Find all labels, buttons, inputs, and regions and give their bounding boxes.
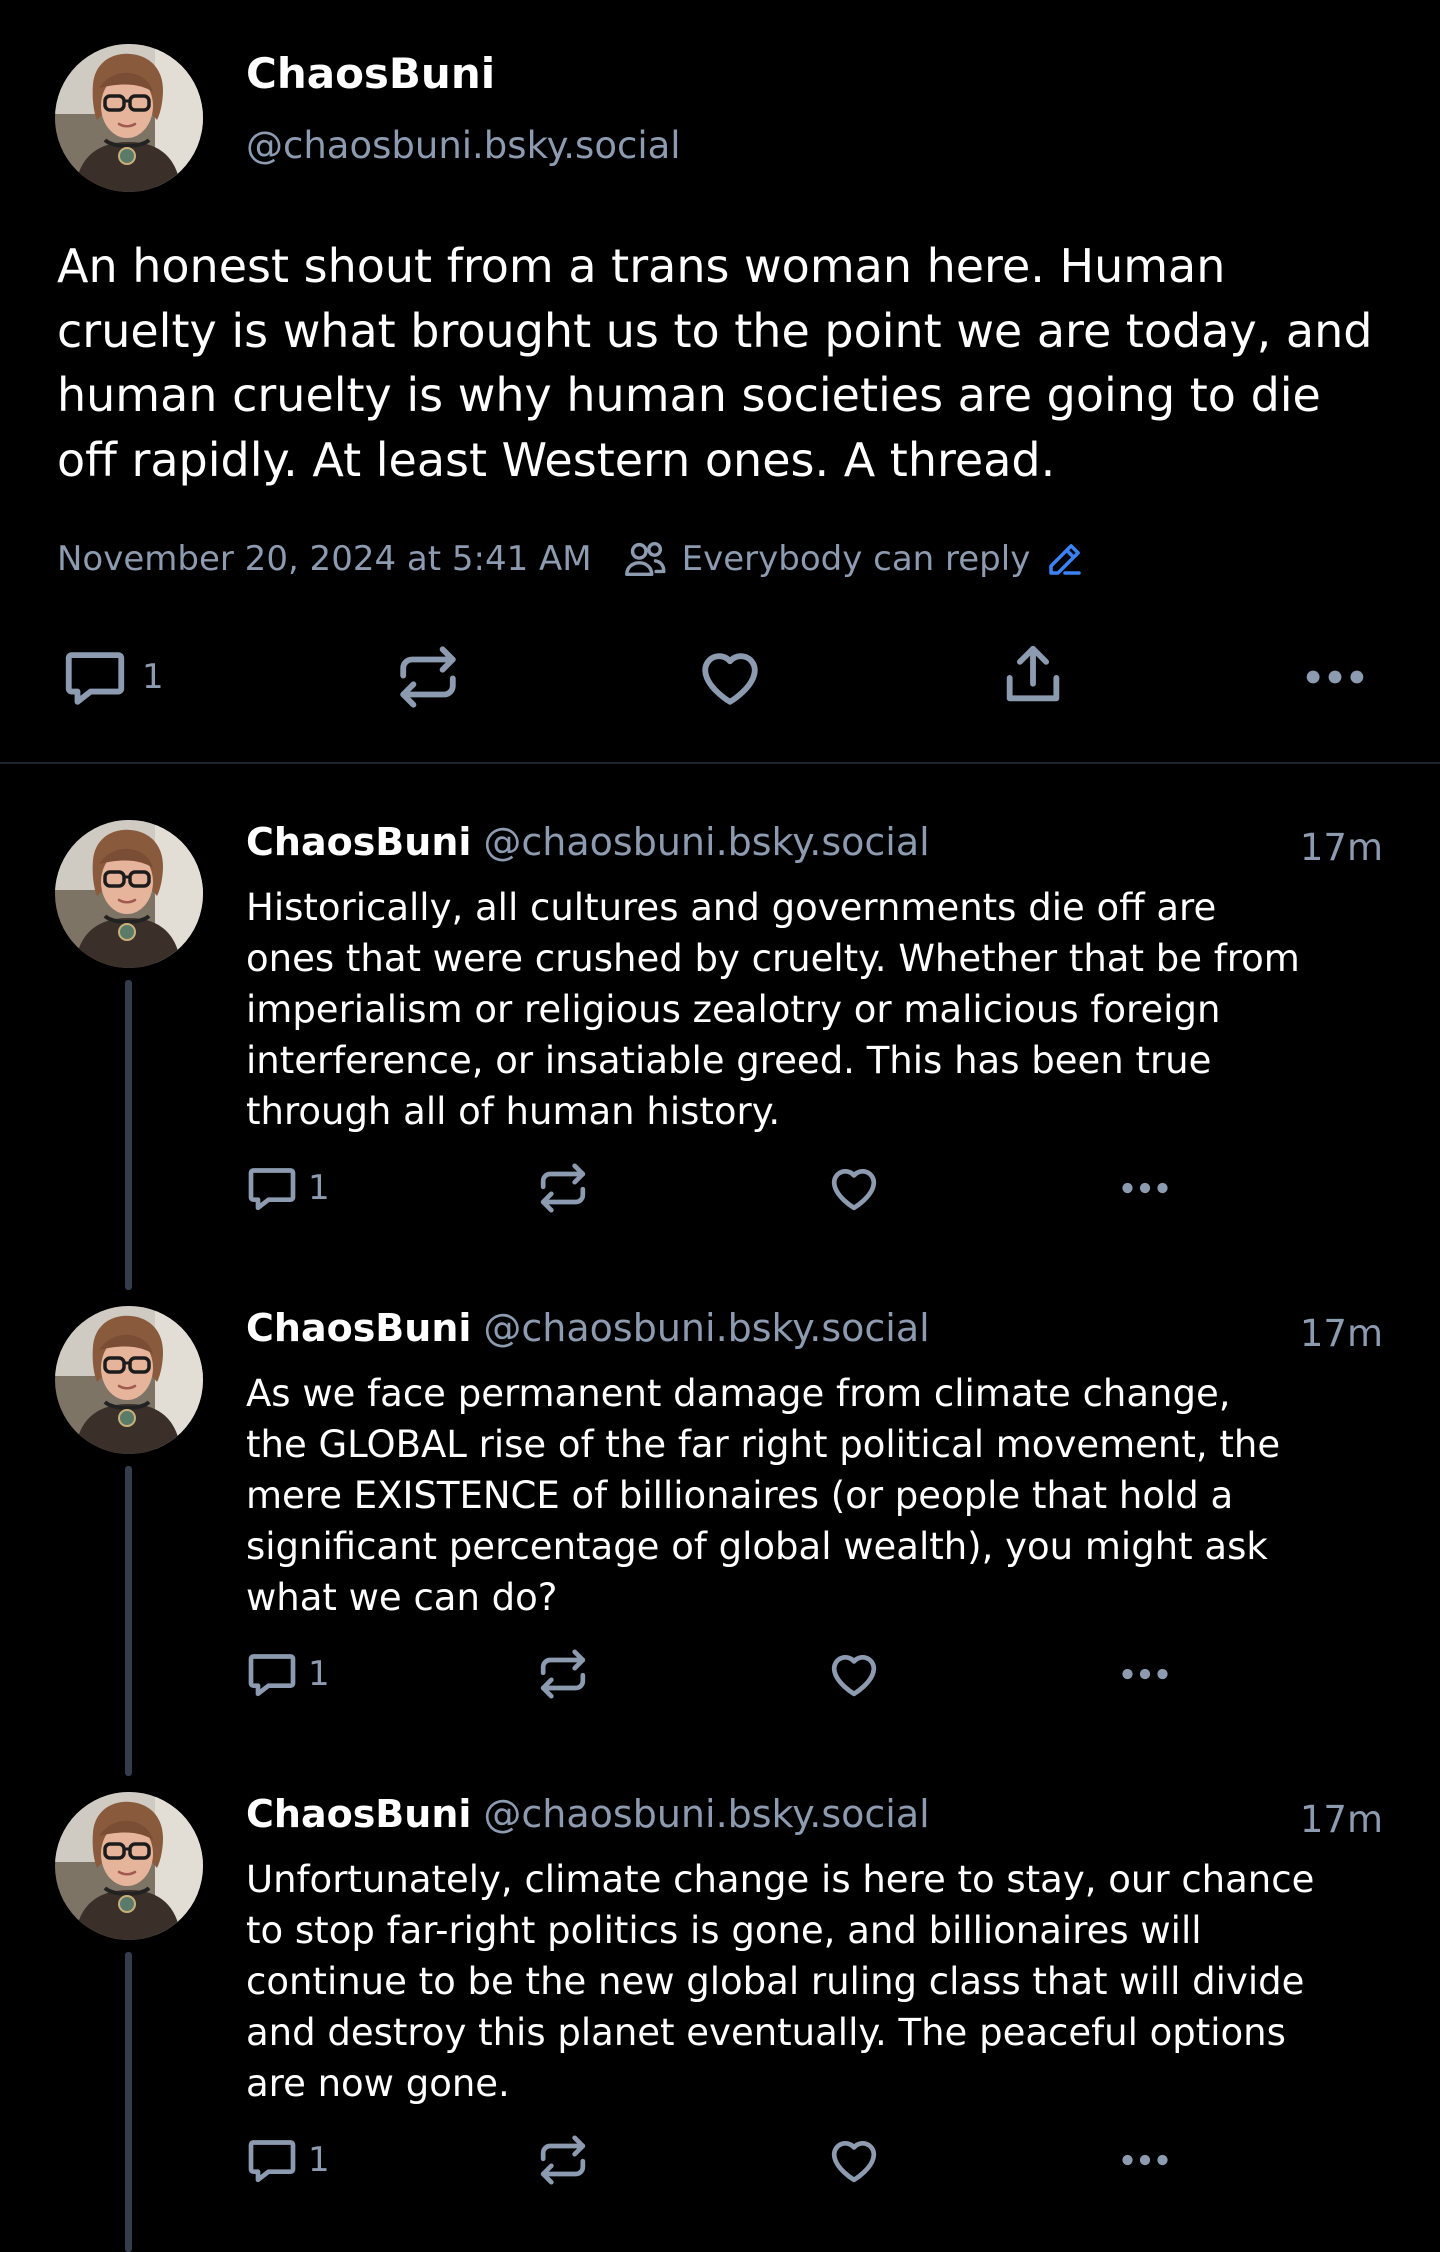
reply-author-handle[interactable]: @chaosbuni.bsky.social [483, 1306, 929, 1350]
repost-icon [535, 1646, 591, 1702]
avatar-photo-icon [55, 44, 203, 192]
like-button[interactable] [826, 1646, 882, 1702]
author-handle[interactable]: @chaosbuni.bsky.social [246, 118, 681, 174]
more-options-button[interactable] [1117, 2132, 1173, 2188]
reply-button[interactable]: 1 [244, 1160, 330, 1216]
thread-connector-line [125, 980, 132, 1290]
reply-author-name[interactable]: ChaosBuni [246, 1306, 471, 1350]
reply-count: 1 [308, 1168, 330, 1208]
reply-author-avatar[interactable] [55, 1306, 203, 1454]
reply-author-handle[interactable]: @chaosbuni.bsky.social [483, 820, 929, 864]
repost-icon [393, 642, 463, 712]
avatar-photo-icon [55, 1792, 203, 1940]
like-button[interactable] [695, 642, 765, 712]
repost-button[interactable] [535, 2132, 591, 2188]
post-meta-row: November 20, 2024 at 5:41 AM Everybody c… [57, 534, 1086, 584]
repost-button[interactable] [393, 642, 463, 712]
reply-icon [244, 1160, 300, 1216]
like-button[interactable] [826, 1160, 882, 1216]
more-icon [1117, 2132, 1173, 2188]
reply-icon [244, 1646, 300, 1702]
like-button[interactable] [826, 2132, 882, 2188]
main-author-avatar[interactable] [55, 44, 203, 192]
reply-action-bar: 1 [0, 1160, 1440, 1220]
avatar-photo-icon [55, 820, 203, 968]
reply-count: 1 [142, 657, 164, 697]
reply-button[interactable]: 1 [244, 1646, 330, 1702]
reply-action-bar: 1 [0, 2132, 1440, 2192]
repost-button[interactable] [535, 1160, 591, 1216]
reply-text: As we face permanent damage from climate… [246, 1372, 1281, 1619]
more-options-button[interactable] [1117, 1646, 1173, 1702]
post-timestamp: November 20, 2024 at 5:41 AM [57, 539, 592, 579]
more-options-button[interactable] [1300, 642, 1370, 712]
repost-icon [535, 1160, 591, 1216]
reply-button[interactable]: 1 [244, 2132, 330, 2188]
more-icon [1117, 1646, 1173, 1702]
reply-action-bar: 1 [0, 1646, 1440, 1706]
reply-timestamp[interactable]: 17m [1300, 1306, 1383, 1362]
thread-reply[interactable]: ChaosBuni @chaosbuni.bsky.social 17m His… [0, 820, 1440, 1300]
like-icon [826, 1646, 882, 1702]
author-display-name[interactable]: ChaosBuni [246, 44, 495, 104]
reply-setting-label[interactable]: Everybody can reply [682, 539, 1031, 579]
reply-author-avatar[interactable] [55, 820, 203, 968]
reply-header: ChaosBuni @chaosbuni.bsky.social [246, 1792, 930, 1848]
like-icon [826, 1160, 882, 1216]
reply-header: ChaosBuni @chaosbuni.bsky.social [246, 820, 930, 876]
thread-reply[interactable]: ChaosBuni @chaosbuni.bsky.social 17m As … [0, 1306, 1440, 1786]
edit-reply-setting-icon[interactable] [1044, 538, 1086, 580]
reply-count: 1 [308, 1654, 330, 1694]
reply-timestamp[interactable]: 17m [1300, 820, 1383, 876]
reply-text: Unfortunately, climate change is here to… [246, 1858, 1315, 2105]
like-icon [695, 642, 765, 712]
avatar-photo-icon [55, 1306, 203, 1454]
reply-timestamp[interactable]: 17m [1300, 1792, 1383, 1848]
reply-count: 1 [308, 2140, 330, 2180]
more-icon [1117, 1160, 1173, 1216]
reply-icon [60, 642, 130, 712]
thread-connector-line [125, 1952, 132, 2252]
repost-icon [535, 2132, 591, 2188]
reply-author-name[interactable]: ChaosBuni [246, 1792, 471, 1836]
more-options-button[interactable] [1117, 1160, 1173, 1216]
reply-text: Historically, all cultures and governmen… [246, 886, 1300, 1133]
thread-connector-line [125, 1466, 132, 1776]
reply-button[interactable]: 1 [60, 642, 164, 712]
reply-author-name[interactable]: ChaosBuni [246, 820, 471, 864]
thread-reply[interactable]: ChaosBuni @chaosbuni.bsky.social 17m Unf… [0, 1792, 1440, 2252]
repost-button[interactable] [535, 1646, 591, 1702]
like-icon [826, 2132, 882, 2188]
post-text: An honest shout from a trans woman here.… [57, 239, 1373, 487]
divider [0, 762, 1440, 764]
reply-icon [244, 2132, 300, 2188]
people-icon [622, 536, 668, 582]
share-button[interactable] [998, 640, 1068, 710]
share-icon [998, 640, 1068, 710]
reply-header: ChaosBuni @chaosbuni.bsky.social [246, 1306, 930, 1362]
more-icon [1300, 642, 1370, 712]
reply-author-handle[interactable]: @chaosbuni.bsky.social [483, 1792, 929, 1836]
post-action-bar: 1 [0, 634, 1440, 714]
reply-author-avatar[interactable] [55, 1792, 203, 1940]
